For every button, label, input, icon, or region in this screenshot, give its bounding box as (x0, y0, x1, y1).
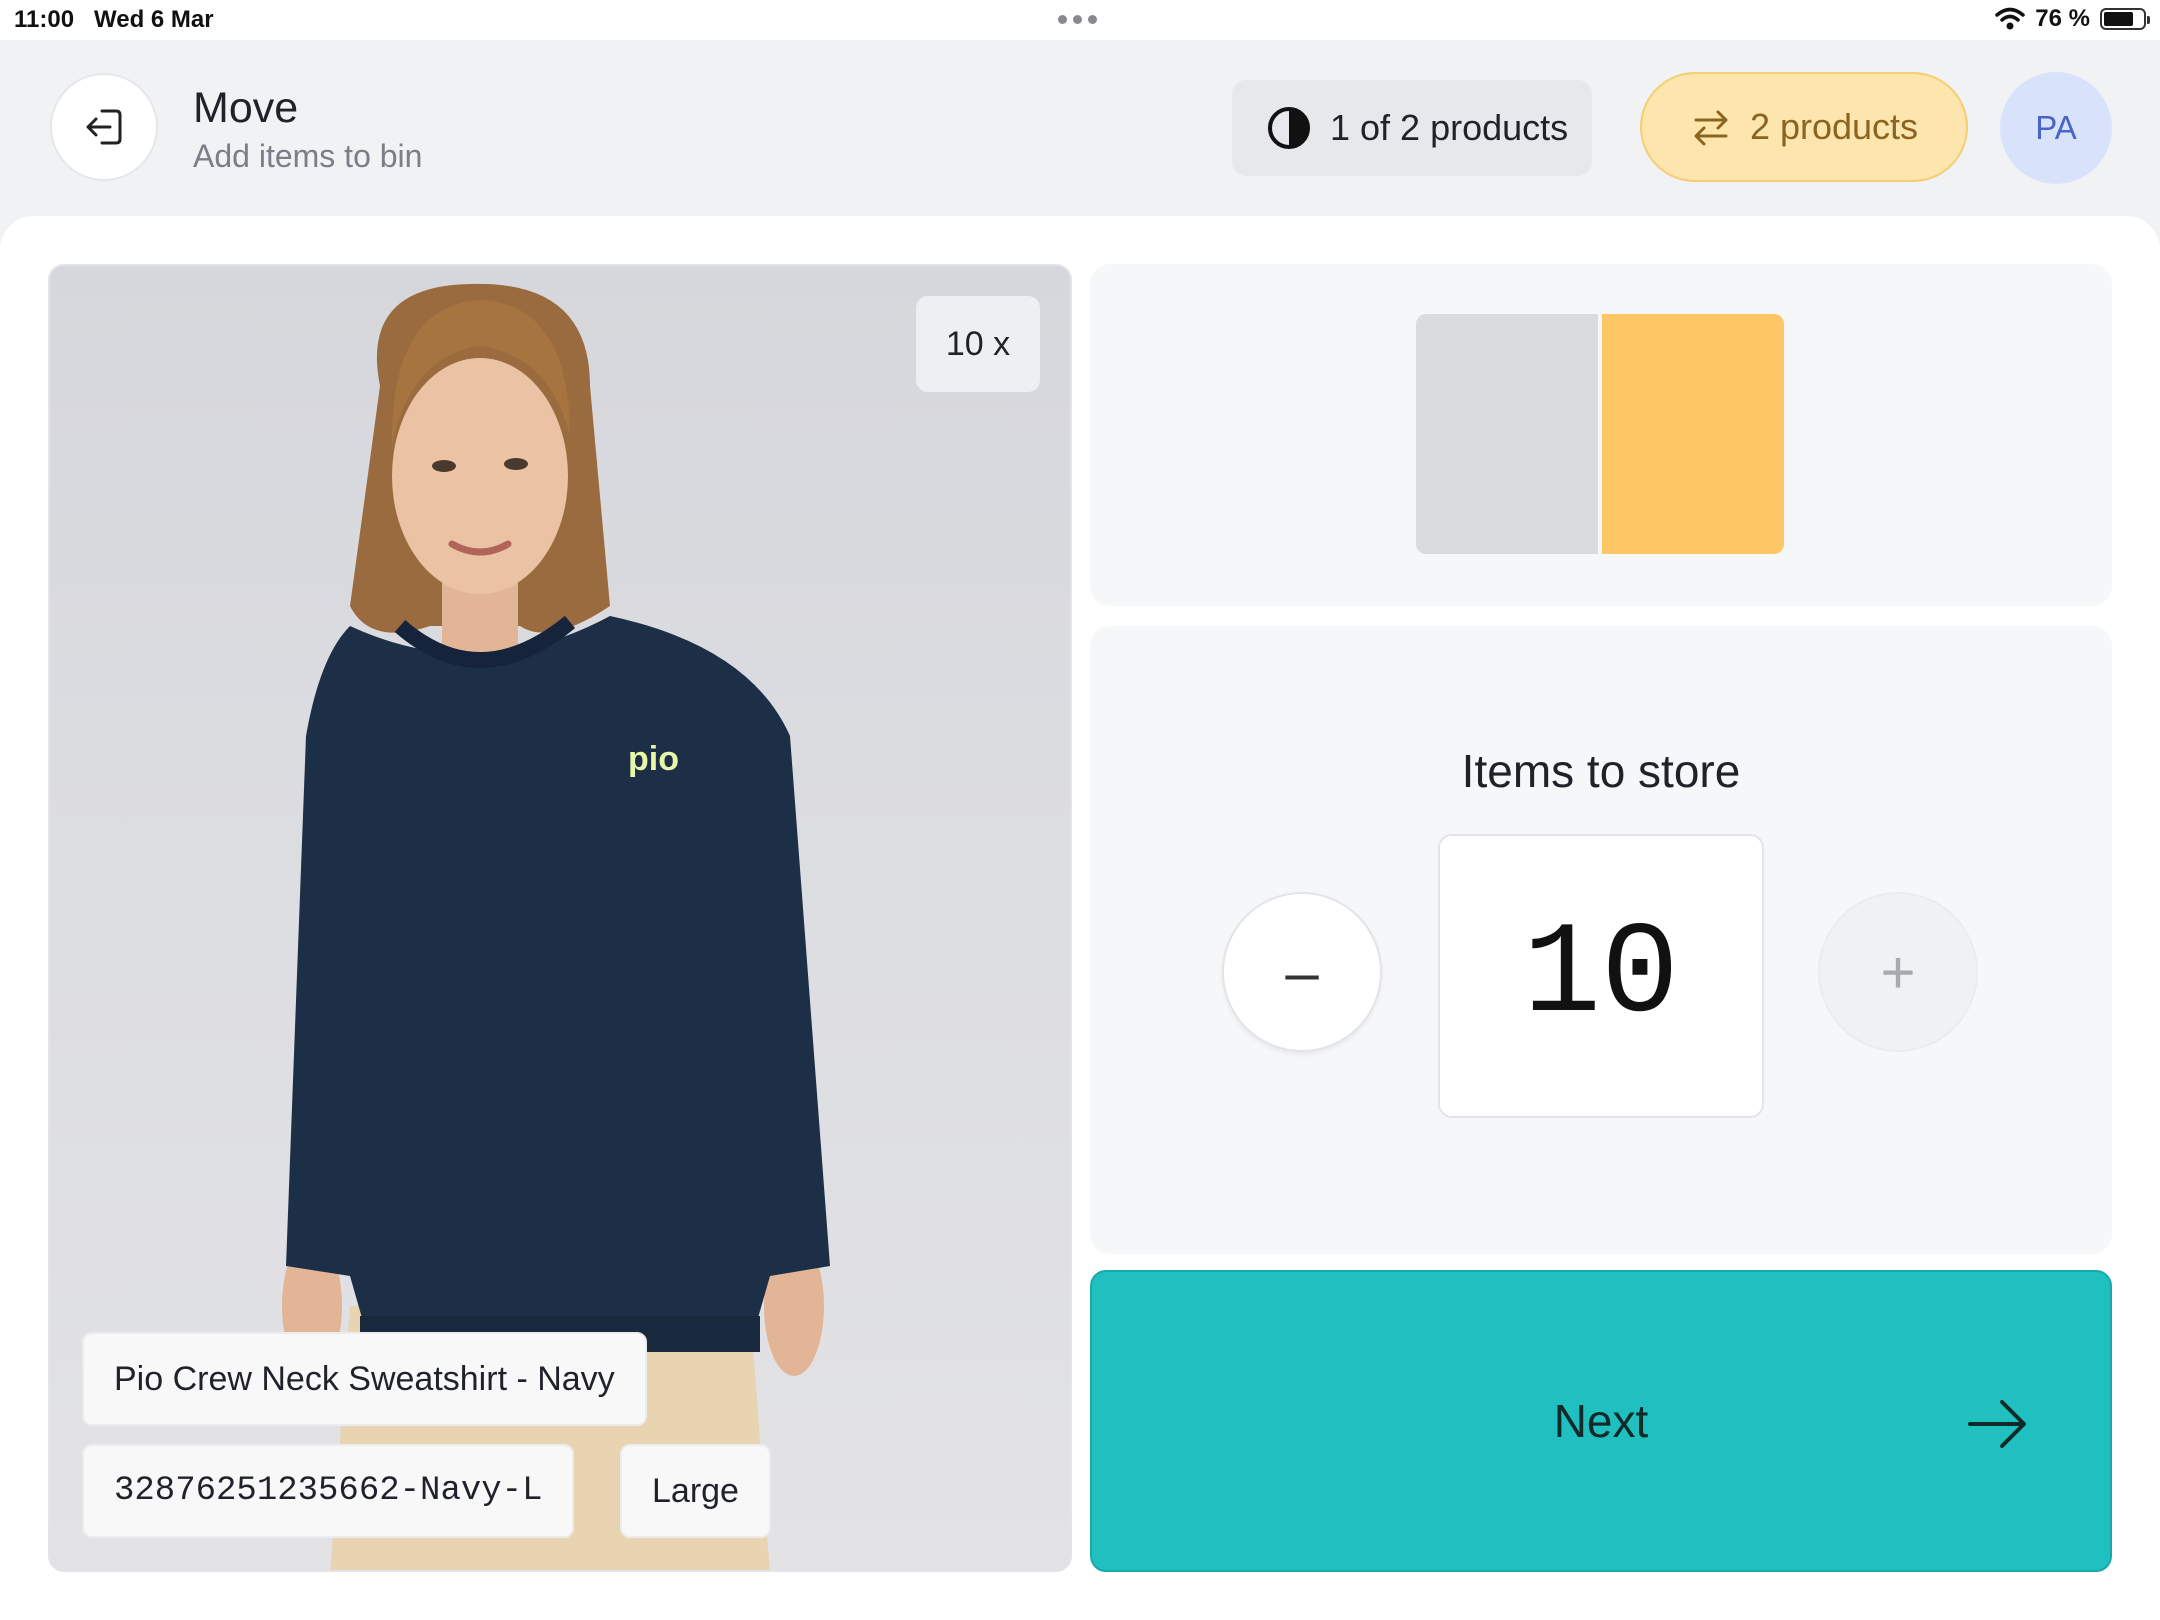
multitasking-dots-icon[interactable] (1058, 8, 1097, 24)
products-button-label: 2 products (1749, 106, 1919, 147)
quantity-card: Items to store – 10 + (1090, 626, 2112, 1254)
back-button[interactable] (50, 73, 158, 181)
product-image-card: pio 10 x Pio Crew Neck Sweatshirt - Navy… (48, 264, 1072, 1572)
bin-slot-1[interactable] (1416, 314, 1598, 554)
decrease-quantity-button[interactable]: – (1222, 892, 1382, 1052)
bin-slot-2-selected[interactable] (1602, 314, 1784, 554)
bin-layout-card (1090, 264, 2112, 606)
products-button[interactable]: 2 products (1640, 72, 1968, 182)
wifi-icon (1995, 7, 2026, 30)
swap-arrows-icon (1694, 110, 1728, 146)
next-button-label: Next (1553, 1395, 1649, 1447)
product-size-tag: Large (620, 1444, 771, 1538)
header: Move Add items to bin 1 of 2 products 2 … (0, 40, 2160, 216)
next-button[interactable]: Next (1090, 1270, 2112, 1572)
product-progress-label: 1 of 2 products (1330, 107, 1569, 148)
page-subtitle: Add items to bin (193, 138, 423, 174)
main-content: pio 10 x Pio Crew Neck Sweatshirt - Navy… (0, 216, 2160, 1620)
page-title: Move (193, 84, 299, 132)
battery-percentage: 76 % (2035, 5, 2090, 32)
status-time: 11:00 (14, 6, 75, 33)
user-avatar[interactable]: PA (2000, 72, 2112, 184)
status-indicators: 76 % (1995, 5, 2150, 33)
status-bar: 11:00 Wed 6 Mar 76 % (0, 0, 2160, 40)
quantity-label: Items to store (1461, 745, 1741, 797)
product-progress-indicator: 1 of 2 products (1232, 80, 1592, 176)
quantity-input[interactable]: 10 (1438, 834, 1764, 1118)
product-sku-tag: 32876251235662-Navy-L (82, 1444, 575, 1538)
battery-icon (2100, 8, 2150, 30)
quantity-badge: 10 x (916, 296, 1040, 392)
exit-arrow-icon (86, 109, 122, 145)
arrow-right-icon (1968, 1400, 2026, 1448)
increase-quantity-button[interactable]: + (1818, 892, 1978, 1052)
svg-text:pio: pio (628, 740, 679, 778)
half-circle-icon (1268, 107, 1310, 149)
product-name-tag: Pio Crew Neck Sweatshirt - Navy (82, 1332, 647, 1426)
status-date: Wed 6 Mar (94, 6, 214, 33)
